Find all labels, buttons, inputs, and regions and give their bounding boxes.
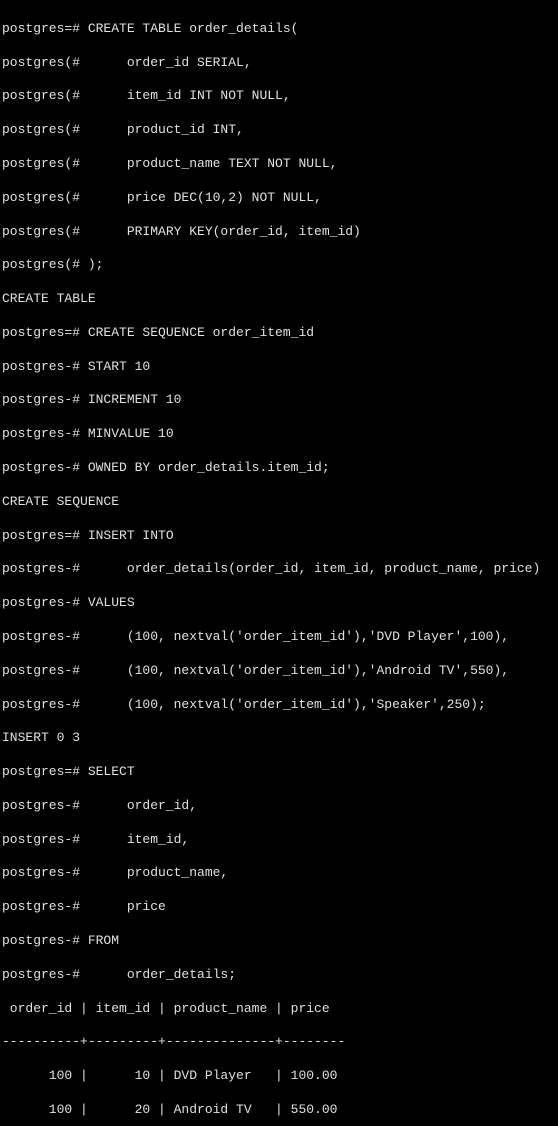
- terminal-line: postgres(# product_id INT,: [2, 122, 556, 139]
- terminal-line: 100 | 10 | DVD Player | 100.00: [2, 1068, 556, 1085]
- terminal-line: postgres-# (100, nextval('order_item_id'…: [2, 663, 556, 680]
- terminal-line: postgres-# item_id,: [2, 832, 556, 849]
- terminal-line: postgres=# CREATE TABLE order_details(: [2, 21, 556, 38]
- terminal-output[interactable]: postgres=# CREATE TABLE order_details( p…: [0, 0, 558, 1126]
- terminal-line: postgres-# (100, nextval('order_item_id'…: [2, 629, 556, 646]
- terminal-line: CREATE SEQUENCE: [2, 494, 556, 511]
- terminal-line: postgres(# price DEC(10,2) NOT NULL,: [2, 190, 556, 207]
- terminal-line: postgres(# );: [2, 257, 556, 274]
- terminal-line: postgres=# INSERT INTO: [2, 528, 556, 545]
- terminal-line: postgres-# order_details;: [2, 967, 556, 984]
- terminal-line: postgres(# item_id INT NOT NULL,: [2, 88, 556, 105]
- terminal-line: postgres-# product_name,: [2, 865, 556, 882]
- terminal-line: postgres(# product_name TEXT NOT NULL,: [2, 156, 556, 173]
- terminal-line: order_id | item_id | product_name | pric…: [2, 1001, 556, 1018]
- terminal-line: 100 | 20 | Android TV | 550.00: [2, 1102, 556, 1119]
- terminal-line: postgres-# order_details(order_id, item_…: [2, 561, 556, 578]
- terminal-line: postgres-# OWNED BY order_details.item_i…: [2, 460, 556, 477]
- terminal-line: ----------+---------+--------------+----…: [2, 1034, 556, 1051]
- terminal-line: postgres-# VALUES: [2, 595, 556, 612]
- terminal-line: postgres=# SELECT: [2, 764, 556, 781]
- terminal-line: postgres-# FROM: [2, 933, 556, 950]
- terminal-line: INSERT 0 3: [2, 730, 556, 747]
- terminal-line: postgres-# order_id,: [2, 798, 556, 815]
- terminal-line: postgres-# INCREMENT 10: [2, 392, 556, 409]
- terminal-line: postgres-# MINVALUE 10: [2, 426, 556, 443]
- terminal-line: postgres-# (100, nextval('order_item_id'…: [2, 697, 556, 714]
- terminal-line: CREATE TABLE: [2, 291, 556, 308]
- terminal-line: postgres(# PRIMARY KEY(order_id, item_id…: [2, 224, 556, 241]
- terminal-line: postgres-# START 10: [2, 359, 556, 376]
- terminal-line: postgres(# order_id SERIAL,: [2, 55, 556, 72]
- terminal-line: postgres-# price: [2, 899, 556, 916]
- terminal-line: postgres=# CREATE SEQUENCE order_item_id: [2, 325, 556, 342]
